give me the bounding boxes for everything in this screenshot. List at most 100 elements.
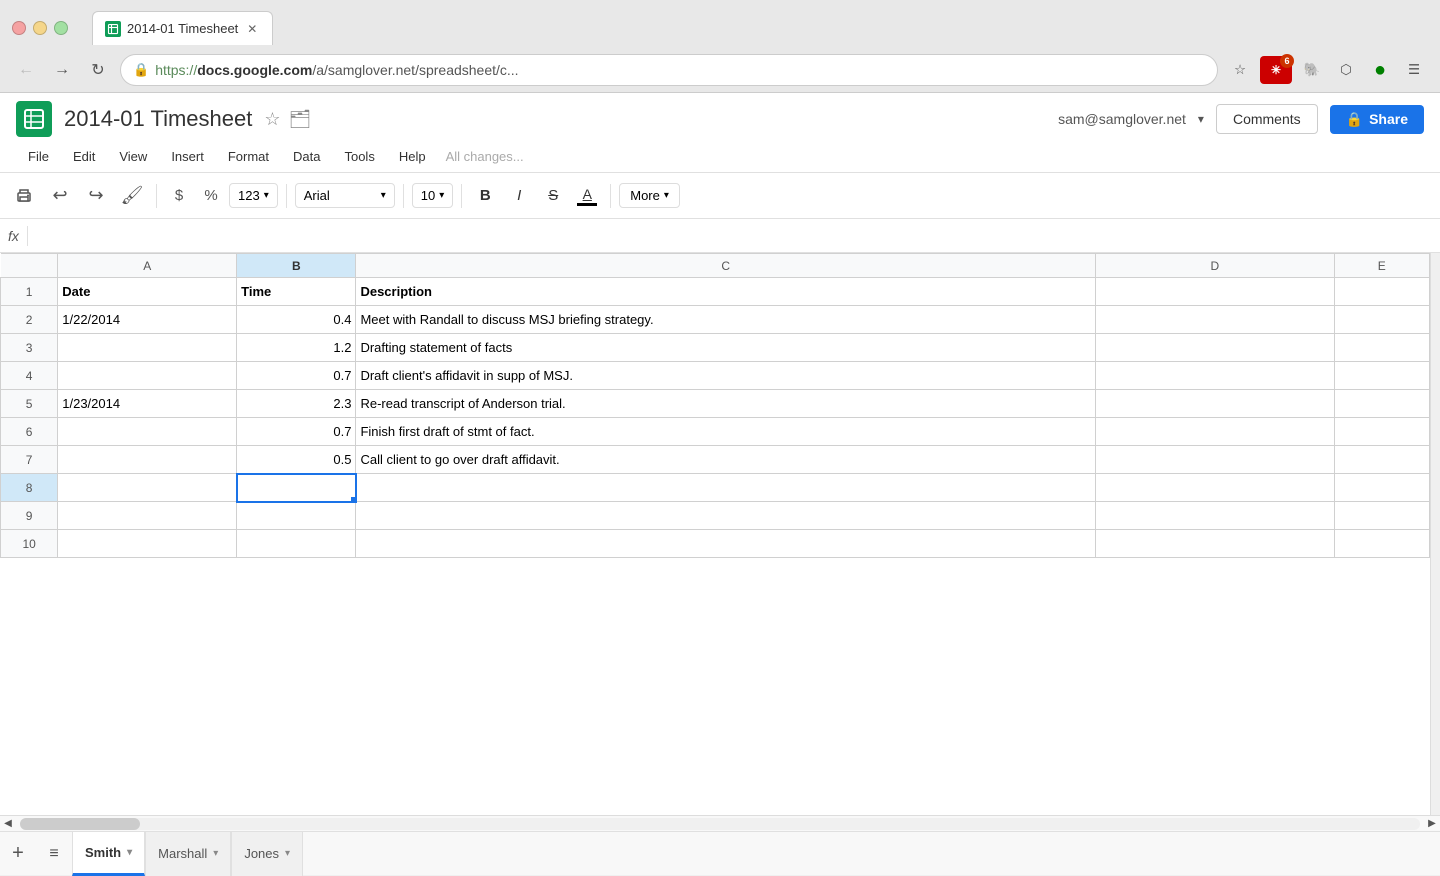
cell-b1[interactable]: Time xyxy=(237,278,356,306)
cell-a8[interactable] xyxy=(58,474,237,502)
cell-e10[interactable] xyxy=(1334,530,1429,558)
menu-insert[interactable]: Insert xyxy=(159,143,216,170)
sheet-tab-smith-chevron[interactable]: ▾ xyxy=(127,847,132,858)
percent-btn[interactable]: % xyxy=(197,180,225,212)
cell-a10[interactable] xyxy=(58,530,237,558)
cell-d4[interactable] xyxy=(1096,362,1335,390)
vertical-scrollbar[interactable] xyxy=(1430,253,1440,815)
scrollbar-thumb[interactable] xyxy=(20,818,140,830)
cell-b5[interactable]: 2.3 xyxy=(237,390,356,418)
dropdown-icon[interactable]: ▾ xyxy=(1198,112,1204,126)
menu-data[interactable]: Data xyxy=(281,143,332,170)
extension-btn3[interactable]: ⬡ xyxy=(1332,56,1360,84)
add-sheet-btn[interactable]: + xyxy=(0,832,36,876)
cell-d1[interactable] xyxy=(1096,278,1335,306)
currency-btn[interactable]: $ xyxy=(165,180,193,212)
col-header-e[interactable]: E xyxy=(1334,254,1429,278)
grid-main[interactable]: A B C D E 1 Date Time Descr xyxy=(0,253,1430,815)
col-header-a[interactable]: A xyxy=(58,254,237,278)
menu-edit[interactable]: Edit xyxy=(61,143,107,170)
star-icon[interactable]: ☆ xyxy=(264,109,280,130)
font-selector[interactable]: Arial ▾ xyxy=(295,183,395,208)
underline-btn[interactable]: A xyxy=(572,181,602,211)
back-btn[interactable]: ← xyxy=(12,56,40,84)
horizontal-scrollbar[interactable] xyxy=(20,818,1420,830)
cell-d9[interactable] xyxy=(1096,502,1335,530)
cell-e4[interactable] xyxy=(1334,362,1429,390)
minimize-btn[interactable] xyxy=(33,21,47,35)
sheet-tab-marshall-chevron[interactable]: ▾ xyxy=(213,848,218,859)
cell-e6[interactable] xyxy=(1334,418,1429,446)
print-btn[interactable] xyxy=(8,180,40,212)
address-bar[interactable]: 🔒 https://docs.google.com/a/samglover.ne… xyxy=(120,54,1218,86)
cell-b6[interactable]: 0.7 xyxy=(237,418,356,446)
cell-c7[interactable]: Call client to go over draft affidavit. xyxy=(356,446,1096,474)
cell-e8[interactable] xyxy=(1334,474,1429,502)
cell-e3[interactable] xyxy=(1334,334,1429,362)
menu-format[interactable]: Format xyxy=(216,143,281,170)
cell-d5[interactable] xyxy=(1096,390,1335,418)
maximize-btn[interactable] xyxy=(54,21,68,35)
strikethrough-btn[interactable]: S xyxy=(538,181,568,211)
cell-a2[interactable]: 1/22/2014 xyxy=(58,306,237,334)
cell-d2[interactable] xyxy=(1096,306,1335,334)
cell-c5[interactable]: Re-read transcript of Anderson trial. xyxy=(356,390,1096,418)
cell-e5[interactable] xyxy=(1334,390,1429,418)
cell-c2[interactable]: Meet with Randall to discuss MSJ briefin… xyxy=(356,306,1096,334)
redo-btn[interactable]: ↪ xyxy=(80,180,112,212)
cell-handle[interactable] xyxy=(351,497,356,502)
cell-e9[interactable] xyxy=(1334,502,1429,530)
close-btn[interactable] xyxy=(12,21,26,35)
paint-format-btn[interactable]: 🖌 xyxy=(116,180,148,212)
menu-view[interactable]: View xyxy=(107,143,159,170)
menu-btn[interactable]: ☰ xyxy=(1400,56,1428,84)
cell-b4[interactable]: 0.7 xyxy=(237,362,356,390)
cell-d6[interactable] xyxy=(1096,418,1335,446)
formula-input[interactable] xyxy=(36,228,1432,244)
cell-d8[interactable] xyxy=(1096,474,1335,502)
folder-icon[interactable]: 🗂 xyxy=(288,109,311,130)
cell-a5[interactable]: 1/23/2014 xyxy=(58,390,237,418)
menu-help[interactable]: Help xyxy=(387,143,438,170)
menu-tools[interactable]: Tools xyxy=(332,143,386,170)
cell-b7[interactable]: 0.5 xyxy=(237,446,356,474)
cell-a9[interactable] xyxy=(58,502,237,530)
cell-c3[interactable]: Drafting statement of facts xyxy=(356,334,1096,362)
bookmark-btn[interactable]: ☆ xyxy=(1226,56,1254,84)
scroll-left-btn[interactable]: ◀ xyxy=(0,816,16,832)
cell-b2[interactable]: 0.4 xyxy=(237,306,356,334)
col-header-d[interactable]: D xyxy=(1096,254,1335,278)
cell-c1[interactable]: Description xyxy=(356,278,1096,306)
sheet-tab-marshall[interactable]: Marshall ▾ xyxy=(145,832,231,876)
comments-btn[interactable]: Comments xyxy=(1216,104,1318,134)
cell-c10[interactable] xyxy=(356,530,1096,558)
cell-c9[interactable] xyxy=(356,502,1096,530)
font-size-selector[interactable]: 10 ▾ xyxy=(412,183,454,208)
menu-file[interactable]: File xyxy=(16,143,61,170)
bold-btn[interactable]: B xyxy=(470,181,500,211)
user-account[interactable]: sam@samglover.net xyxy=(1058,111,1186,127)
cell-e7[interactable] xyxy=(1334,446,1429,474)
cell-b9[interactable] xyxy=(237,502,356,530)
sheet-tab-jones[interactable]: Jones ▾ xyxy=(231,832,303,876)
cell-d3[interactable] xyxy=(1096,334,1335,362)
col-header-b[interactable]: B xyxy=(237,254,356,278)
scroll-right-btn[interactable]: ▶ xyxy=(1424,816,1440,832)
extension-btn4[interactable]: ● xyxy=(1366,56,1394,84)
sheet-tab-jones-chevron[interactable]: ▾ xyxy=(285,848,290,859)
cell-a1[interactable]: Date xyxy=(58,278,237,306)
cell-c8[interactable] xyxy=(356,474,1096,502)
undo-btn[interactable]: ↩ xyxy=(44,180,76,212)
forward-btn[interactable]: → xyxy=(48,56,76,84)
sheet-list-btn[interactable]: ≡ xyxy=(36,832,72,876)
col-header-c[interactable]: C xyxy=(356,254,1096,278)
number-format-selector[interactable]: 123 ▾ xyxy=(229,183,278,208)
cell-d7[interactable] xyxy=(1096,446,1335,474)
cell-c4[interactable]: Draft client's affidavit in supp of MSJ. xyxy=(356,362,1096,390)
share-btn[interactable]: 🔒 Share xyxy=(1330,105,1424,134)
reload-btn[interactable]: ↻ xyxy=(84,56,112,84)
cell-c6[interactable]: Finish first draft of stmt of fact. xyxy=(356,418,1096,446)
extension-btn1[interactable]: ✳6 xyxy=(1260,56,1292,84)
extension-btn2[interactable]: 🐘 xyxy=(1298,56,1326,84)
cell-a7[interactable] xyxy=(58,446,237,474)
